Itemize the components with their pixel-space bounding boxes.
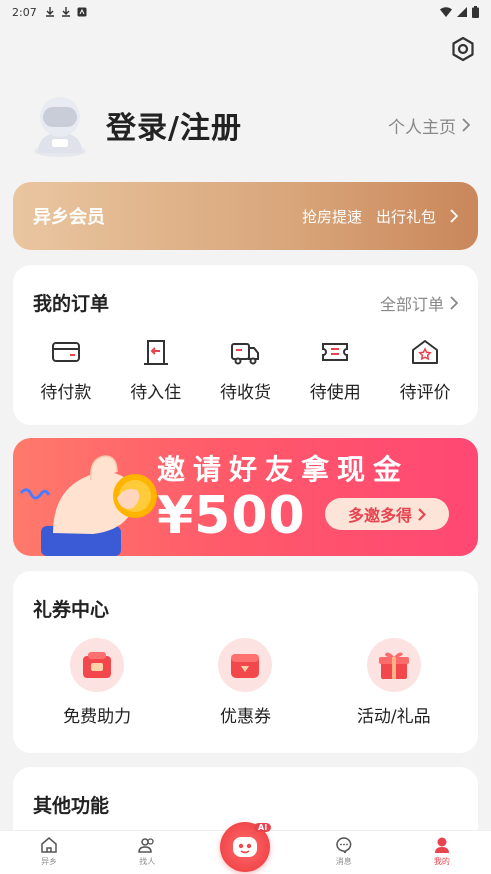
door-icon bbox=[143, 340, 168, 365]
order-pending-receipt[interactable]: 待收货 bbox=[202, 338, 288, 403]
vip-link-travel[interactable]: 出行礼包 bbox=[376, 206, 436, 227]
wallet-icon bbox=[51, 342, 80, 362]
settings-button[interactable] bbox=[449, 35, 477, 63]
order-pending-payment[interactable]: 待付款 bbox=[23, 338, 109, 403]
coupon-item-label: 免费助力 bbox=[63, 707, 132, 727]
status-time: 2:07 bbox=[12, 5, 37, 19]
coupon-activity-gift[interactable]: 活动/礼品 bbox=[324, 638, 464, 727]
order-item-label: 待入住 bbox=[130, 383, 182, 403]
app-notification-icon bbox=[77, 7, 87, 17]
order-item-label: 待收货 bbox=[219, 383, 271, 403]
banner-amount: ¥500 bbox=[157, 486, 306, 546]
house-star-icon bbox=[412, 340, 439, 364]
chevron-right-icon bbox=[450, 295, 458, 310]
other-functions-title: 其他功能 bbox=[33, 795, 110, 817]
download-icon bbox=[45, 7, 54, 17]
chevron-right-icon bbox=[418, 507, 426, 521]
tab-mine[interactable]: 我的 bbox=[393, 831, 491, 867]
profile-icon bbox=[434, 837, 449, 853]
present-icon bbox=[366, 638, 421, 692]
orders-card: 我的订单 全部订单 待付款 待入住 待收货 待使用 待评价 bbox=[13, 265, 478, 425]
chevron-right-icon bbox=[462, 118, 470, 132]
hand-coin-illustration bbox=[19, 455, 157, 556]
order-item-label: 待评价 bbox=[399, 383, 451, 403]
tab-label: 异乡 bbox=[41, 857, 58, 866]
coupon-discount[interactable]: 优惠券 bbox=[175, 638, 315, 727]
wifi-icon bbox=[440, 7, 452, 17]
all-orders-link[interactable]: 全部订单 bbox=[380, 291, 458, 315]
gear-icon bbox=[452, 36, 474, 62]
tab-label: 消息 bbox=[335, 857, 352, 866]
chevron-right-icon bbox=[450, 209, 458, 223]
homepage-link[interactable]: 个人主页 bbox=[388, 113, 470, 138]
coupon-icon bbox=[218, 638, 273, 692]
people-icon bbox=[138, 838, 154, 853]
robot-icon bbox=[233, 837, 257, 857]
order-pending-use[interactable]: 待使用 bbox=[292, 338, 378, 403]
gift-box-icon bbox=[70, 638, 125, 692]
invite-more-label: 多邀多得 bbox=[347, 506, 412, 525]
status-bar: 2:07 bbox=[0, 0, 491, 24]
order-pending-review[interactable]: 待评价 bbox=[382, 338, 468, 403]
order-item-label: 待使用 bbox=[309, 383, 361, 403]
truck-icon bbox=[231, 343, 260, 365]
download-icon bbox=[61, 7, 70, 17]
order-item-label: 待付款 bbox=[40, 383, 92, 403]
login-register-link[interactable]: 登录/注册 bbox=[106, 103, 242, 147]
signal-icon bbox=[457, 7, 467, 17]
tab-label: 找人 bbox=[139, 857, 156, 866]
homepage-label: 个人主页 bbox=[388, 117, 456, 138]
tab-home[interactable]: 异乡 bbox=[0, 831, 98, 867]
avatar[interactable] bbox=[30, 93, 90, 157]
orders-title: 我的订单 bbox=[33, 293, 110, 315]
battery-icon bbox=[472, 6, 479, 18]
tab-find-people[interactable]: 找人 bbox=[98, 831, 196, 867]
tab-messages[interactable]: 消息 bbox=[295, 831, 393, 867]
coupon-free-assist[interactable]: 免费助力 bbox=[27, 638, 167, 727]
tab-label: 我的 bbox=[433, 857, 450, 866]
ai-badge: AI bbox=[254, 823, 272, 832]
message-icon bbox=[335, 837, 352, 853]
vip-card[interactable]: 异乡会员 抢房提速 出行礼包 bbox=[13, 182, 478, 250]
vip-title: 异乡会员 bbox=[33, 207, 105, 228]
ticket-icon bbox=[322, 343, 349, 361]
invite-more-button[interactable]: 多邀多得 bbox=[325, 498, 449, 530]
order-pending-checkin[interactable]: 待入住 bbox=[113, 338, 199, 403]
coupon-item-label: 优惠券 bbox=[219, 707, 271, 727]
vip-link-booking[interactable]: 抢房提速 bbox=[302, 206, 362, 227]
coupon-center-title: 礼券中心 bbox=[33, 599, 110, 621]
banner-title: 邀请好友拿现金 bbox=[157, 453, 410, 486]
coupon-center-card: 礼券中心 免费助力 优惠券 活动/礼品 bbox=[13, 571, 478, 753]
profile-section[interactable]: 登录/注册 个人主页 bbox=[30, 92, 470, 158]
home-icon bbox=[41, 837, 57, 853]
invite-banner[interactable]: 邀请好友拿现金 ¥500 多邀多得 bbox=[13, 438, 478, 556]
coupon-item-label: 活动/礼品 bbox=[356, 707, 431, 727]
all-orders-label: 全部订单 bbox=[379, 294, 444, 314]
